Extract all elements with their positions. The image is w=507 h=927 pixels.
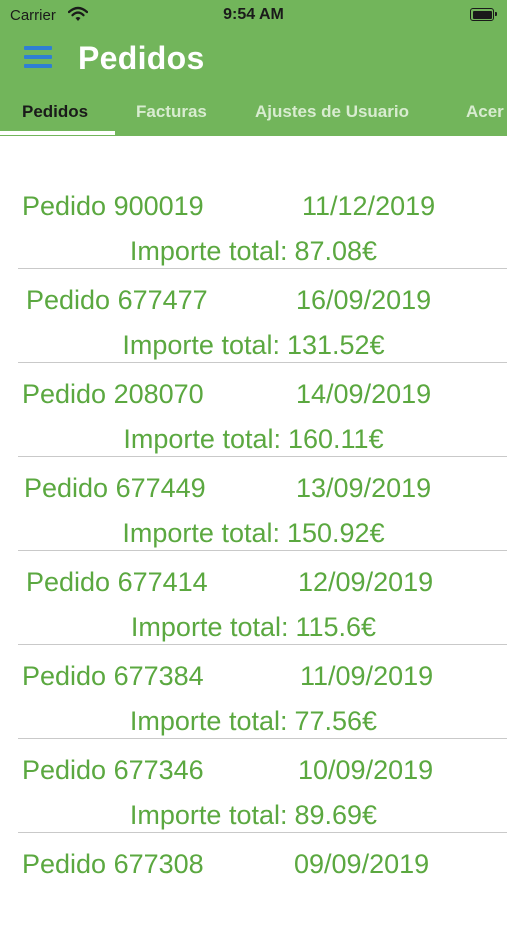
order-id: Pedido 677346 xyxy=(22,755,204,785)
menu-icon[interactable] xyxy=(24,46,52,68)
app-bar: Pedidos xyxy=(0,30,507,90)
order-total-value: 77.56€ xyxy=(294,706,378,736)
status-bar: Carrier 9:54 AM xyxy=(0,0,507,30)
order-total: Importe total: 87.08€ xyxy=(0,236,507,267)
order-total: Importe total: 131.52€ xyxy=(0,330,507,361)
order-id: Pedido 900019 xyxy=(22,191,204,221)
order-total-label: Importe total: xyxy=(122,518,280,548)
order-date: 10/09/2019 xyxy=(298,755,434,785)
order-total-value: 87.08€ xyxy=(294,236,378,266)
tab-facturas[interactable]: Facturas xyxy=(136,102,207,122)
order-row[interactable]: Pedido 677414 12/09/2019 Importe total: 1… xyxy=(0,551,507,645)
order-date: 14/09/2019 xyxy=(296,379,432,409)
order-date: 11/09/2019 xyxy=(300,661,434,691)
order-row[interactable]: Pedido 900019 11/12/2019 Importe total: 8… xyxy=(0,175,507,269)
order-date: 13/09/2019 xyxy=(296,473,432,503)
order-total: Importe total: 160.11€ xyxy=(0,424,507,455)
order-id: Pedido 677449 xyxy=(24,473,206,503)
order-total: Importe total: 115.6€ xyxy=(0,612,507,643)
order-total: Importe total: 77.56€ xyxy=(0,706,507,737)
order-total: Importe total: 150.92€ xyxy=(0,518,507,549)
order-id: Pedido 677384 xyxy=(22,661,204,691)
order-id: Pedido 208070 xyxy=(22,379,204,409)
order-row[interactable]: Pedido 677384 11/09/2019 Importe total: 7… xyxy=(0,645,507,739)
order-date: 16/09/2019 xyxy=(296,285,432,315)
order-total-value: 160.11€ xyxy=(287,424,384,454)
clock: 9:54 AM xyxy=(223,6,284,23)
tab-acerca[interactable]: Acer xyxy=(466,102,504,122)
order-row[interactable]: Pedido 677346 10/09/2019 Importe total: 8… xyxy=(0,739,507,833)
order-total-label: Importe total: xyxy=(123,424,281,454)
order-date: 09/09/2019 xyxy=(294,849,430,879)
order-total: Importe total: 89.69€ xyxy=(0,800,507,831)
order-total-value: 150.92€ xyxy=(286,518,385,548)
order-row[interactable]: Pedido 208070 14/09/2019 Importe total: 1… xyxy=(0,363,507,457)
order-total-value: 89.69€ xyxy=(294,800,378,830)
page-title: Pedidos xyxy=(78,40,205,76)
orders-list: Pedido 900019 11/12/2019 Importe total: 8… xyxy=(0,175,507,927)
order-row[interactable]: Pedido 677449 13/09/2019 Importe total: 1… xyxy=(0,457,507,551)
order-total-label: Importe total: xyxy=(122,330,280,360)
tab-pedidos[interactable]: Pedidos xyxy=(22,102,88,122)
active-tab-indicator xyxy=(0,131,115,135)
order-total-label: Importe total: xyxy=(129,706,288,736)
order-total-value: 131.52€ xyxy=(286,330,385,360)
order-date: 12/09/2019 xyxy=(298,567,434,597)
tab-bar: Pedidos Facturas Ajustes de Usuario Acer xyxy=(0,90,507,136)
order-total-value: 115.6€ xyxy=(295,612,377,642)
order-date: 11/12/2019 xyxy=(302,191,436,221)
battery-icon xyxy=(470,8,497,21)
order-row[interactable]: Pedido 677477 16/09/2019 Importe total: 1… xyxy=(0,269,507,363)
order-id: Pedido 677308 xyxy=(22,849,204,879)
order-total-label: Importe total: xyxy=(130,612,289,642)
order-id: Pedido 677414 xyxy=(26,567,208,597)
order-row[interactable]: Pedido 677308 09/09/2019 xyxy=(0,833,507,927)
order-total-label: Importe total: xyxy=(129,800,288,830)
order-id: Pedido 677477 xyxy=(26,285,208,315)
tab-ajustes-de-usuario[interactable]: Ajustes de Usuario xyxy=(255,102,409,122)
order-total-label: Importe total: xyxy=(129,236,288,266)
